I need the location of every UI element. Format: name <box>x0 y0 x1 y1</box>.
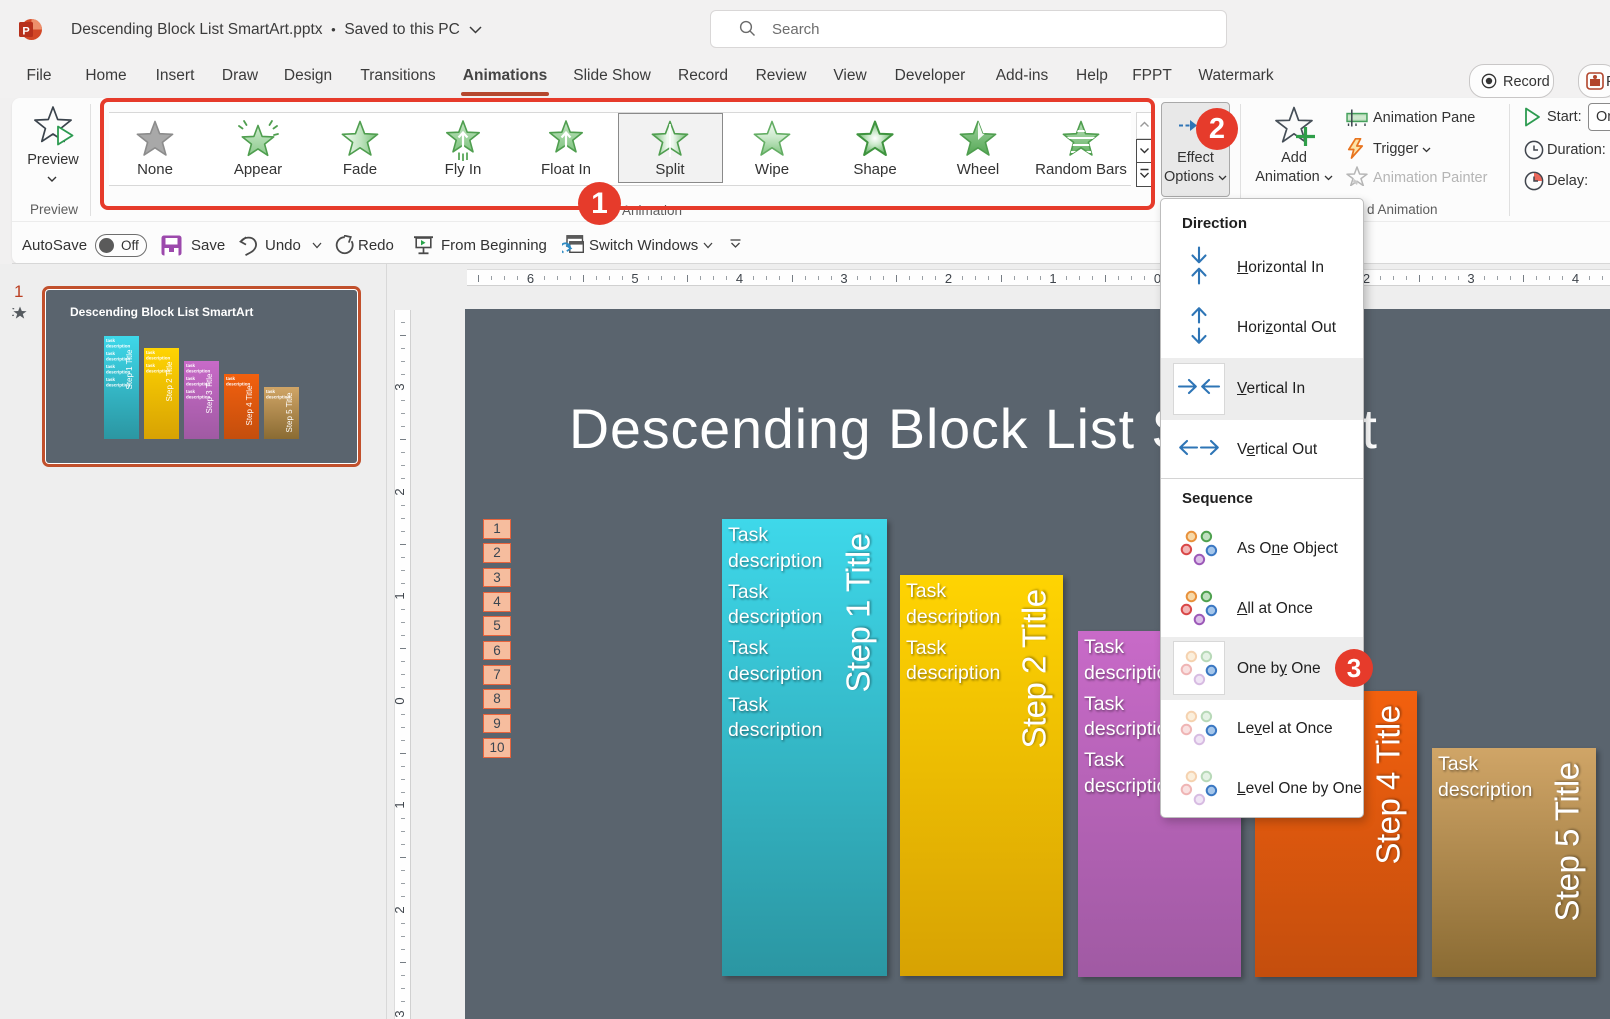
svg-text:P: P <box>22 26 29 38</box>
